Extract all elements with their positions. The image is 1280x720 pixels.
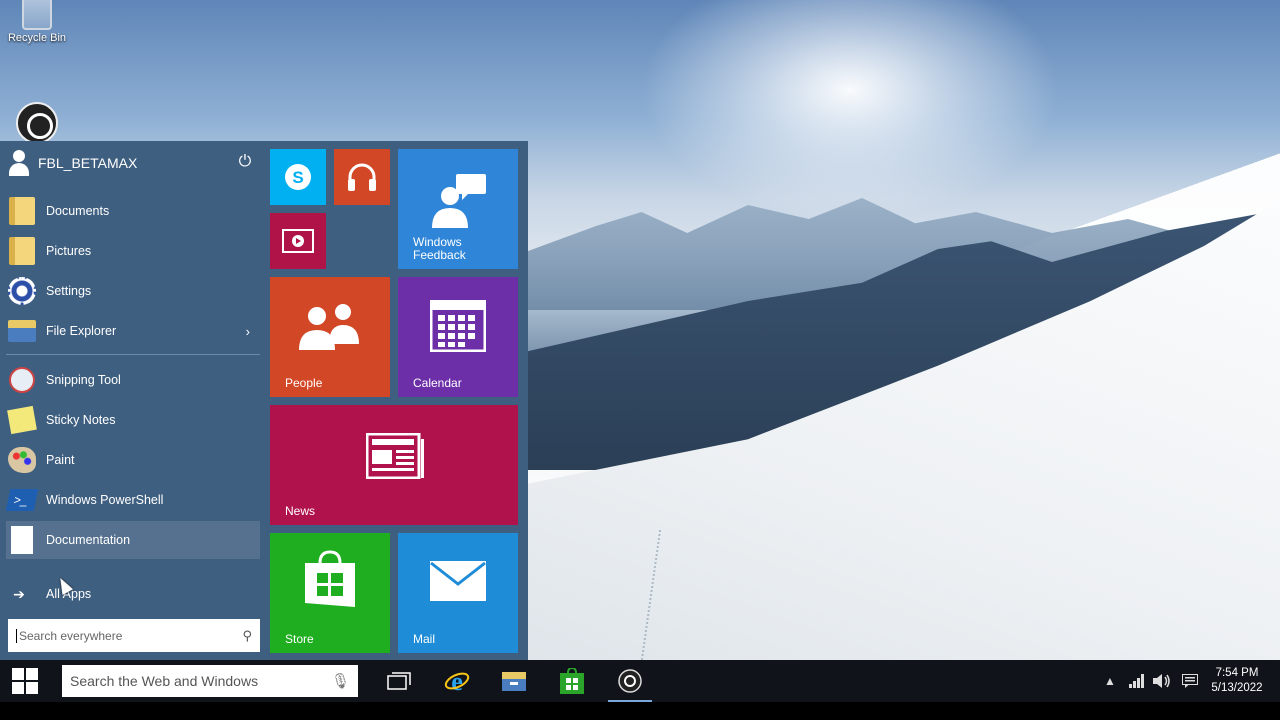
taskbar-internet-explorer[interactable]: e: [433, 660, 481, 702]
screen-bottom-edge: [0, 702, 1280, 720]
start-item-sticky-notes[interactable]: Sticky Notes: [6, 401, 260, 439]
task-view-icon: [387, 672, 411, 690]
mail-icon: [428, 559, 488, 603]
chevron-up-icon: ▲: [1104, 674, 1116, 688]
sticky-notes-icon: [7, 405, 37, 435]
start-item-documentation[interactable]: Documentation: [6, 521, 260, 559]
start-item-label: Windows PowerShell: [46, 493, 164, 507]
tile-windows-feedback[interactable]: Windows Feedback: [398, 149, 518, 269]
start-item-settings[interactable]: Settings: [6, 272, 260, 310]
tile-label: People: [285, 376, 323, 390]
start-item-label: Settings: [46, 284, 92, 298]
svg-text:e: e: [451, 668, 463, 694]
headphones-icon: [334, 149, 390, 205]
start-search-box[interactable]: ⚲: [8, 619, 260, 652]
pictures-folder-icon: [9, 237, 35, 265]
news-icon: [366, 433, 426, 479]
settings-gear-icon: [8, 277, 36, 305]
start-item-paint[interactable]: Paint: [6, 441, 260, 479]
obs-studio-icon: [16, 102, 58, 144]
start-item-label: Paint: [46, 453, 75, 467]
start-item-pictures[interactable]: Pictures: [6, 232, 260, 270]
chevron-right-icon[interactable]: ›: [246, 324, 250, 339]
taskbar: 🎙 e ▲ 7:54 PM 5/13/2022: [0, 660, 1280, 702]
network-icon[interactable]: [1128, 660, 1146, 702]
svg-text:S: S: [292, 168, 303, 187]
tile-label: Store: [285, 632, 314, 646]
tile-store[interactable]: Store: [270, 533, 390, 653]
start-item-file-explorer[interactable]: File Explorer ›: [6, 312, 260, 350]
start-item-snipping-tool[interactable]: Snipping Tool: [6, 361, 260, 399]
start-item-label: Documentation: [46, 533, 131, 547]
internet-explorer-icon: e: [444, 668, 470, 694]
wallpaper-sun-glow: [640, 0, 1060, 220]
action-center-icon[interactable]: [1180, 660, 1200, 702]
video-player-icon: [270, 213, 326, 269]
taskbar-search-input[interactable]: [70, 673, 331, 689]
desktop-icon-obs[interactable]: [0, 102, 74, 144]
tile-music[interactable]: [334, 149, 390, 205]
clock[interactable]: 7:54 PM 5/13/2022: [1204, 666, 1270, 696]
user-name: FBL_BETAMAX: [38, 155, 138, 171]
recycle-bin-icon: [22, 0, 52, 30]
start-item-documents[interactable]: Documents: [6, 192, 260, 230]
taskbar-file-explorer[interactable]: [490, 660, 538, 702]
volume-icon[interactable]: [1152, 660, 1172, 702]
feedback-people-icon: [428, 171, 488, 231]
windows-logo-icon: [12, 668, 38, 694]
tile-video[interactable]: [270, 213, 326, 269]
tile-label: Mail: [413, 632, 436, 646]
tile-calendar[interactable]: Calendar: [398, 277, 518, 397]
tile-skype[interactable]: S: [270, 149, 326, 205]
tile-label: News: [285, 504, 316, 518]
start-item-label: Documents: [46, 204, 110, 218]
file-explorer-icon: [8, 320, 36, 342]
skype-icon: S: [270, 149, 326, 205]
start-item-label: Pictures: [46, 244, 92, 258]
tile-label: Calendar: [413, 376, 462, 390]
calendar-icon: [428, 299, 488, 353]
tile-mail[interactable]: Mail: [398, 533, 518, 653]
people-icon: [296, 299, 364, 353]
task-view-button[interactable]: [375, 660, 423, 702]
user-avatar-icon: [8, 150, 30, 176]
snipping-tool-icon: [9, 367, 35, 393]
clock-date: 5/13/2022: [1211, 682, 1263, 694]
store-bag-icon: [300, 549, 360, 611]
tile-people[interactable]: People: [270, 277, 390, 397]
powershell-icon: >_: [5, 489, 39, 511]
taskbar-search-box[interactable]: 🎙: [62, 665, 358, 697]
start-item-label: Sticky Notes: [46, 413, 116, 427]
taskbar-store[interactable]: [548, 660, 596, 702]
paint-icon: [8, 447, 36, 473]
documents-folder-icon: [9, 197, 35, 225]
start-item-label: File Explorer: [46, 324, 117, 338]
document-icon: [11, 526, 33, 554]
store-icon: [560, 668, 584, 694]
obs-studio-icon: [618, 669, 642, 693]
start-search-input[interactable]: [16, 628, 243, 643]
start-item-powershell[interactable]: >_ Windows PowerShell: [5, 481, 260, 519]
tile-news[interactable]: News: [270, 405, 518, 525]
start-button[interactable]: [0, 660, 50, 702]
search-icon[interactable]: ⚲: [242, 628, 252, 644]
show-hidden-icons-button[interactable]: ▲: [1102, 660, 1118, 702]
all-apps-button[interactable]: ➔ All Apps: [6, 581, 260, 607]
desktop-icon-label: Recycle Bin: [7, 32, 67, 44]
user-account-button[interactable]: FBL_BETAMAX: [8, 149, 260, 177]
power-icon[interactable]: ⏻: [236, 153, 254, 171]
start-menu-divider: [6, 354, 260, 355]
taskbar-obs[interactable]: [606, 660, 654, 702]
arrow-right-icon: ➔: [13, 585, 25, 602]
clock-time: 7:54 PM: [1215, 667, 1259, 679]
file-explorer-icon: [502, 672, 526, 691]
microphone-icon[interactable]: 🎙: [331, 672, 350, 690]
start-item-label: Snipping Tool: [46, 373, 121, 387]
desktop-icon-recycle-bin[interactable]: Recycle Bin: [0, 0, 74, 44]
tile-label: Windows Feedback: [413, 235, 466, 262]
